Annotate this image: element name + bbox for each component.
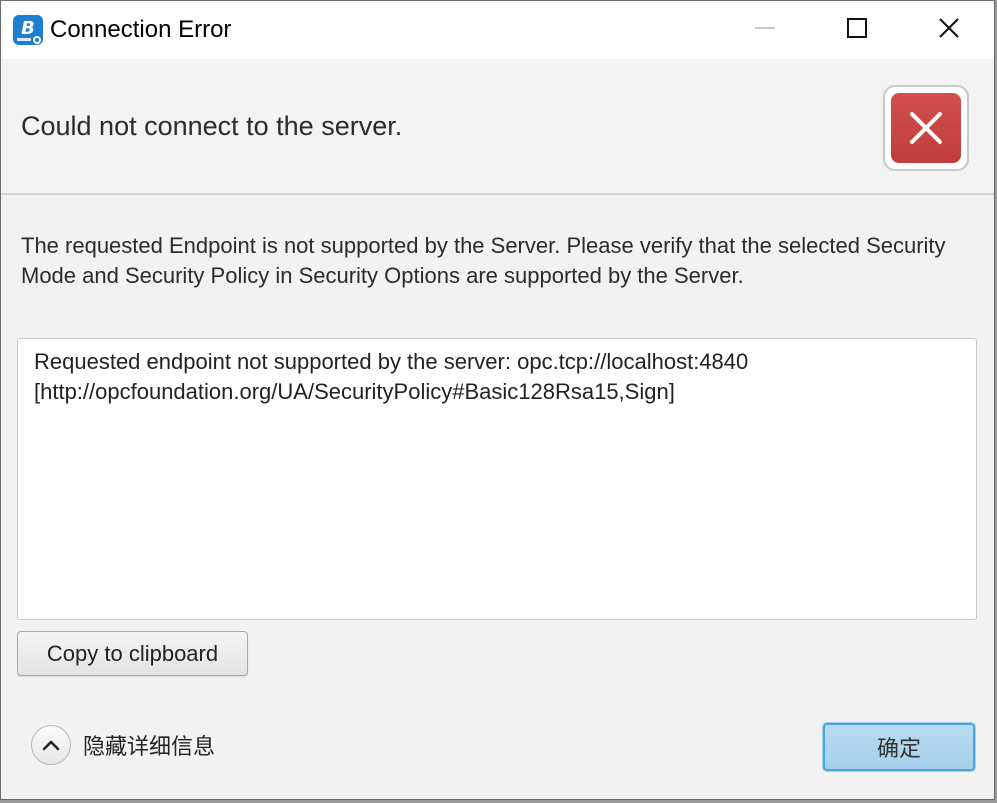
error-badge [883, 85, 969, 171]
connection-error-dialog: B Connection Error Could not connect to … [0, 0, 995, 800]
hide-details-label[interactable]: 隐藏详细信息 [83, 729, 215, 761]
dialog-header: Could not connect to the server. [1, 59, 994, 195]
chevron-up-icon[interactable] [31, 725, 71, 765]
window-title: Connection Error [50, 16, 232, 43]
header-title: Could not connect to the server. [21, 111, 403, 141]
minimize-icon [754, 17, 776, 44]
b-app-icon: B [12, 14, 44, 46]
hide-details-toggle[interactable]: 隐藏详细信息 [31, 725, 215, 765]
svg-text:B: B [21, 18, 35, 39]
ok-button[interactable]: 确定 [823, 723, 975, 771]
maximize-icon [846, 17, 868, 44]
title-bar: B Connection Error [1, 1, 994, 59]
details-textarea[interactable]: Requested endpoint not supported by the … [17, 338, 977, 620]
close-icon [938, 17, 960, 44]
error-message: The requested Endpoint is not supported … [21, 233, 946, 288]
maximize-button[interactable] [811, 1, 903, 59]
error-x-icon [891, 93, 961, 163]
close-button[interactable] [903, 1, 994, 59]
copy-to-clipboard-button[interactable]: Copy to clipboard [17, 631, 248, 676]
minimize-button[interactable] [719, 1, 811, 59]
